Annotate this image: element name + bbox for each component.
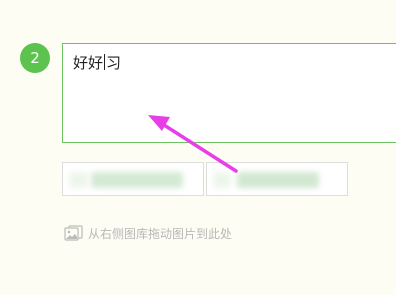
text-after-caret: 习 [106, 54, 122, 72]
text-before-caret: 好好 [73, 54, 104, 72]
upload-hint: 从右侧图库拖动图片到此处 [64, 224, 232, 242]
text-caret [104, 54, 106, 70]
blurred-content [91, 172, 183, 188]
image-icon [64, 225, 83, 241]
blurred-content [69, 172, 89, 188]
blurred-right-button[interactable] [206, 162, 348, 196]
textarea-value: 好好习 [73, 52, 121, 73]
editor-page: 2 好好习 从右侧图库拖动图片到此处 [0, 0, 396, 295]
upload-hint-text: 从右侧图库拖动图片到此处 [88, 226, 233, 241]
blurred-content [213, 172, 231, 188]
blurred-content [237, 172, 319, 188]
blurred-left-button[interactable] [62, 162, 204, 196]
content-textarea[interactable]: 好好习 [62, 43, 396, 143]
step-number-badge: 2 [20, 43, 50, 73]
